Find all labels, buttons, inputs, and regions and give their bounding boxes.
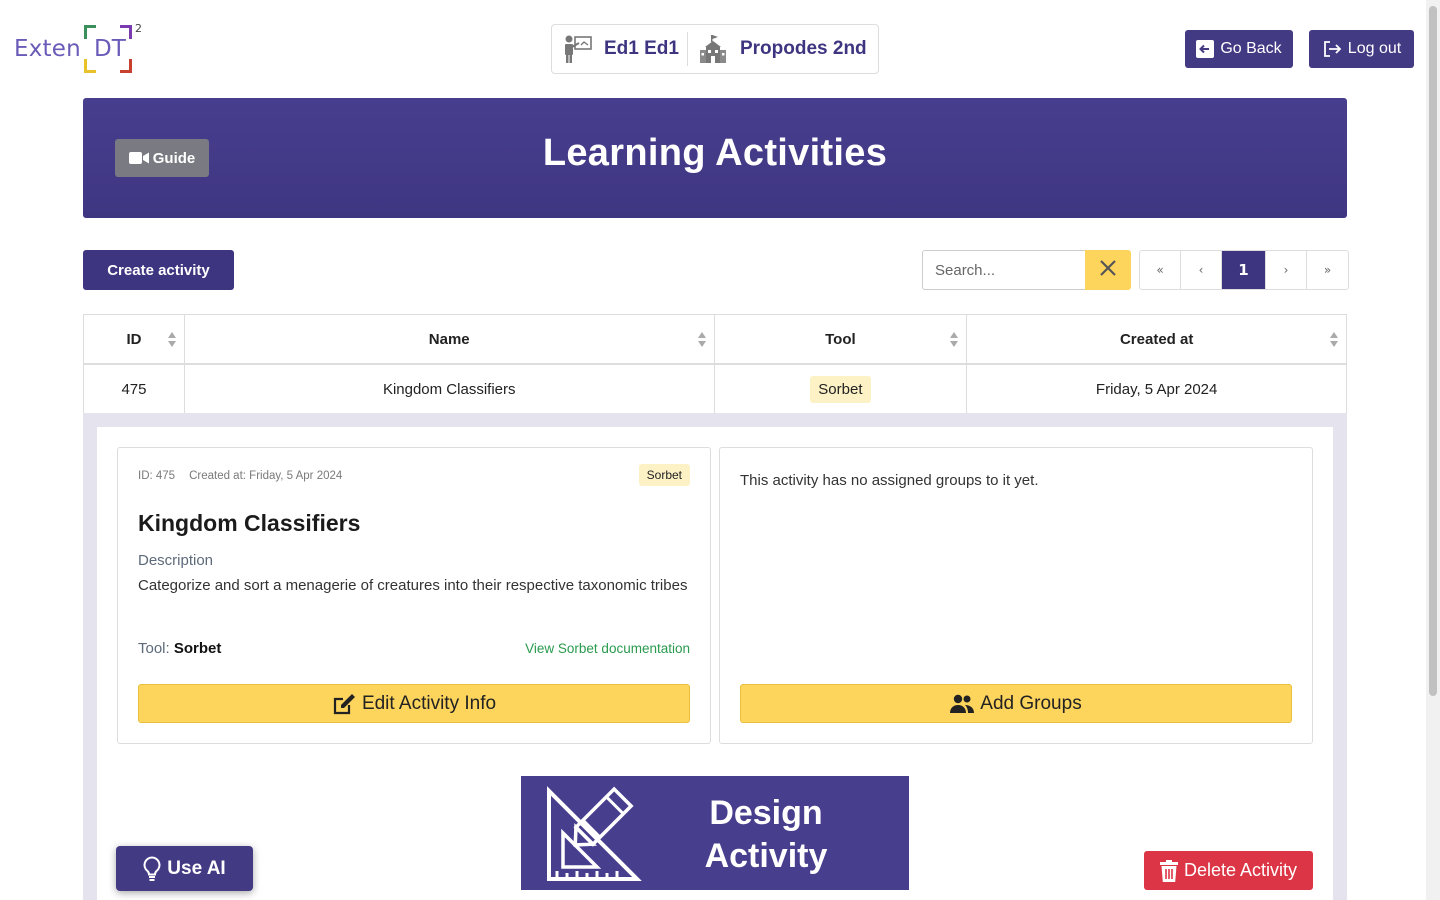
scrollbar-thumb[interactable]	[1429, 6, 1437, 696]
close-icon	[1099, 259, 1117, 281]
cell-tool: Sorbet	[715, 365, 968, 413]
page-prev-button[interactable]: ‹	[1181, 251, 1222, 289]
pagination: « ‹ 1 › »	[1139, 250, 1349, 290]
add-groups-button[interactable]: Add Groups	[740, 684, 1292, 723]
delete-activity-button[interactable]: Delete Activity	[1144, 851, 1313, 890]
activity-title: Kingdom Classifiers	[138, 510, 361, 536]
table-header-row: ID Name Tool Created at	[84, 315, 1346, 365]
add-groups-label: Add Groups	[980, 692, 1082, 714]
column-header-created[interactable]: Created at	[967, 315, 1346, 363]
sign-out-icon	[1322, 40, 1342, 58]
page-current-button[interactable]: 1	[1222, 251, 1266, 289]
column-header-name[interactable]: Name	[185, 315, 715, 363]
school-name: Propodes 2nd	[739, 38, 867, 59]
users-icon	[950, 694, 975, 714]
page-next-button[interactable]: ›	[1266, 251, 1307, 289]
tool-badge: Sorbet	[810, 375, 871, 403]
clear-search-button[interactable]	[1085, 250, 1131, 290]
activity-info-card: ID: 475 Created at: Friday, 5 Apr 2024 So…	[117, 447, 711, 744]
page-title: Learning Activities	[542, 132, 888, 174]
column-header-id[interactable]: ID	[84, 315, 185, 363]
create-activity-button[interactable]: Create activity	[83, 250, 234, 290]
log-out-button[interactable]: Log out	[1309, 30, 1414, 68]
sort-icon	[697, 332, 707, 348]
no-groups-message: This activity has no assigned groups to …	[740, 472, 1039, 489]
meta-id: ID: 475	[138, 470, 176, 482]
activities-table: ID Name Tool Created at 475 Kingdom Clas…	[83, 314, 1347, 414]
edit-activity-button[interactable]: Edit Activity Info	[138, 684, 690, 723]
cell-created: Friday, 5 Apr 2024	[1095, 380, 1218, 398]
user-name: Ed1 Ed1	[604, 38, 679, 59]
logo-text: Exten	[14, 36, 81, 62]
arrow-left-box-icon	[1196, 40, 1215, 58]
page-last-button[interactable]: »	[1307, 251, 1348, 289]
log-out-label: Log out	[1347, 40, 1402, 57]
page-banner: Guide Learning Activities	[83, 98, 1347, 218]
sort-icon	[950, 332, 959, 348]
meta-created: Created at: Friday, 5 Apr 2024	[189, 470, 343, 482]
cell-id: 475	[84, 365, 185, 413]
column-header-tool[interactable]: Tool	[715, 315, 968, 363]
sort-icon	[167, 332, 177, 348]
design-activity-label: Design Activity	[704, 794, 828, 875]
tool-value: Sorbet	[173, 640, 222, 657]
description-text: Categorize and sort a menagerie of creat…	[138, 577, 688, 594]
use-ai-button[interactable]: Use AI	[116, 846, 253, 891]
page-scrollbar[interactable]	[1426, 0, 1440, 900]
logo-superscript: 2	[135, 22, 142, 35]
design-activity-button[interactable]: Design Activity	[521, 776, 909, 890]
page-first-button[interactable]: «	[1140, 251, 1181, 289]
cell-name: Kingdom Classifiers	[185, 365, 715, 413]
edit-activity-label: Edit Activity Info	[361, 692, 497, 714]
activity-meta: ID: 475 Created at: Friday, 5 Apr 2024	[138, 470, 342, 482]
trash-icon	[1159, 859, 1178, 882]
go-back-button[interactable]: Go Back	[1185, 30, 1293, 68]
lightbulb-icon	[143, 855, 161, 882]
user-info-box: Ed1 Ed1 Propodes 2nd	[551, 24, 879, 74]
teacher-icon	[560, 32, 594, 66]
groups-card: This activity has no assigned groups to …	[719, 447, 1313, 744]
ruler-pencil-icon	[545, 783, 645, 883]
extendt-logo[interactable]: Exten DT 2	[14, 22, 144, 76]
description-label: Description	[138, 552, 214, 569]
school-icon	[696, 32, 730, 66]
tool-badge: Sorbet	[638, 464, 690, 486]
use-ai-label: Use AI	[167, 857, 226, 879]
edit-icon	[332, 692, 356, 716]
table-row[interactable]: 475 Kingdom Classifiers Sorbet Friday, 5…	[84, 365, 1346, 413]
row-detail-panel: ID: 475 Created at: Friday, 5 Apr 2024 So…	[83, 413, 1347, 900]
tool-line: Tool: Sorbet	[138, 640, 222, 657]
search-input[interactable]	[922, 250, 1086, 290]
documentation-link[interactable]: View Sorbet documentation	[525, 641, 690, 656]
delete-activity-label: Delete Activity	[1183, 860, 1298, 880]
logo-dt: DT	[94, 36, 126, 62]
sort-icon	[1330, 332, 1339, 348]
go-back-label: Go Back	[1220, 40, 1282, 57]
